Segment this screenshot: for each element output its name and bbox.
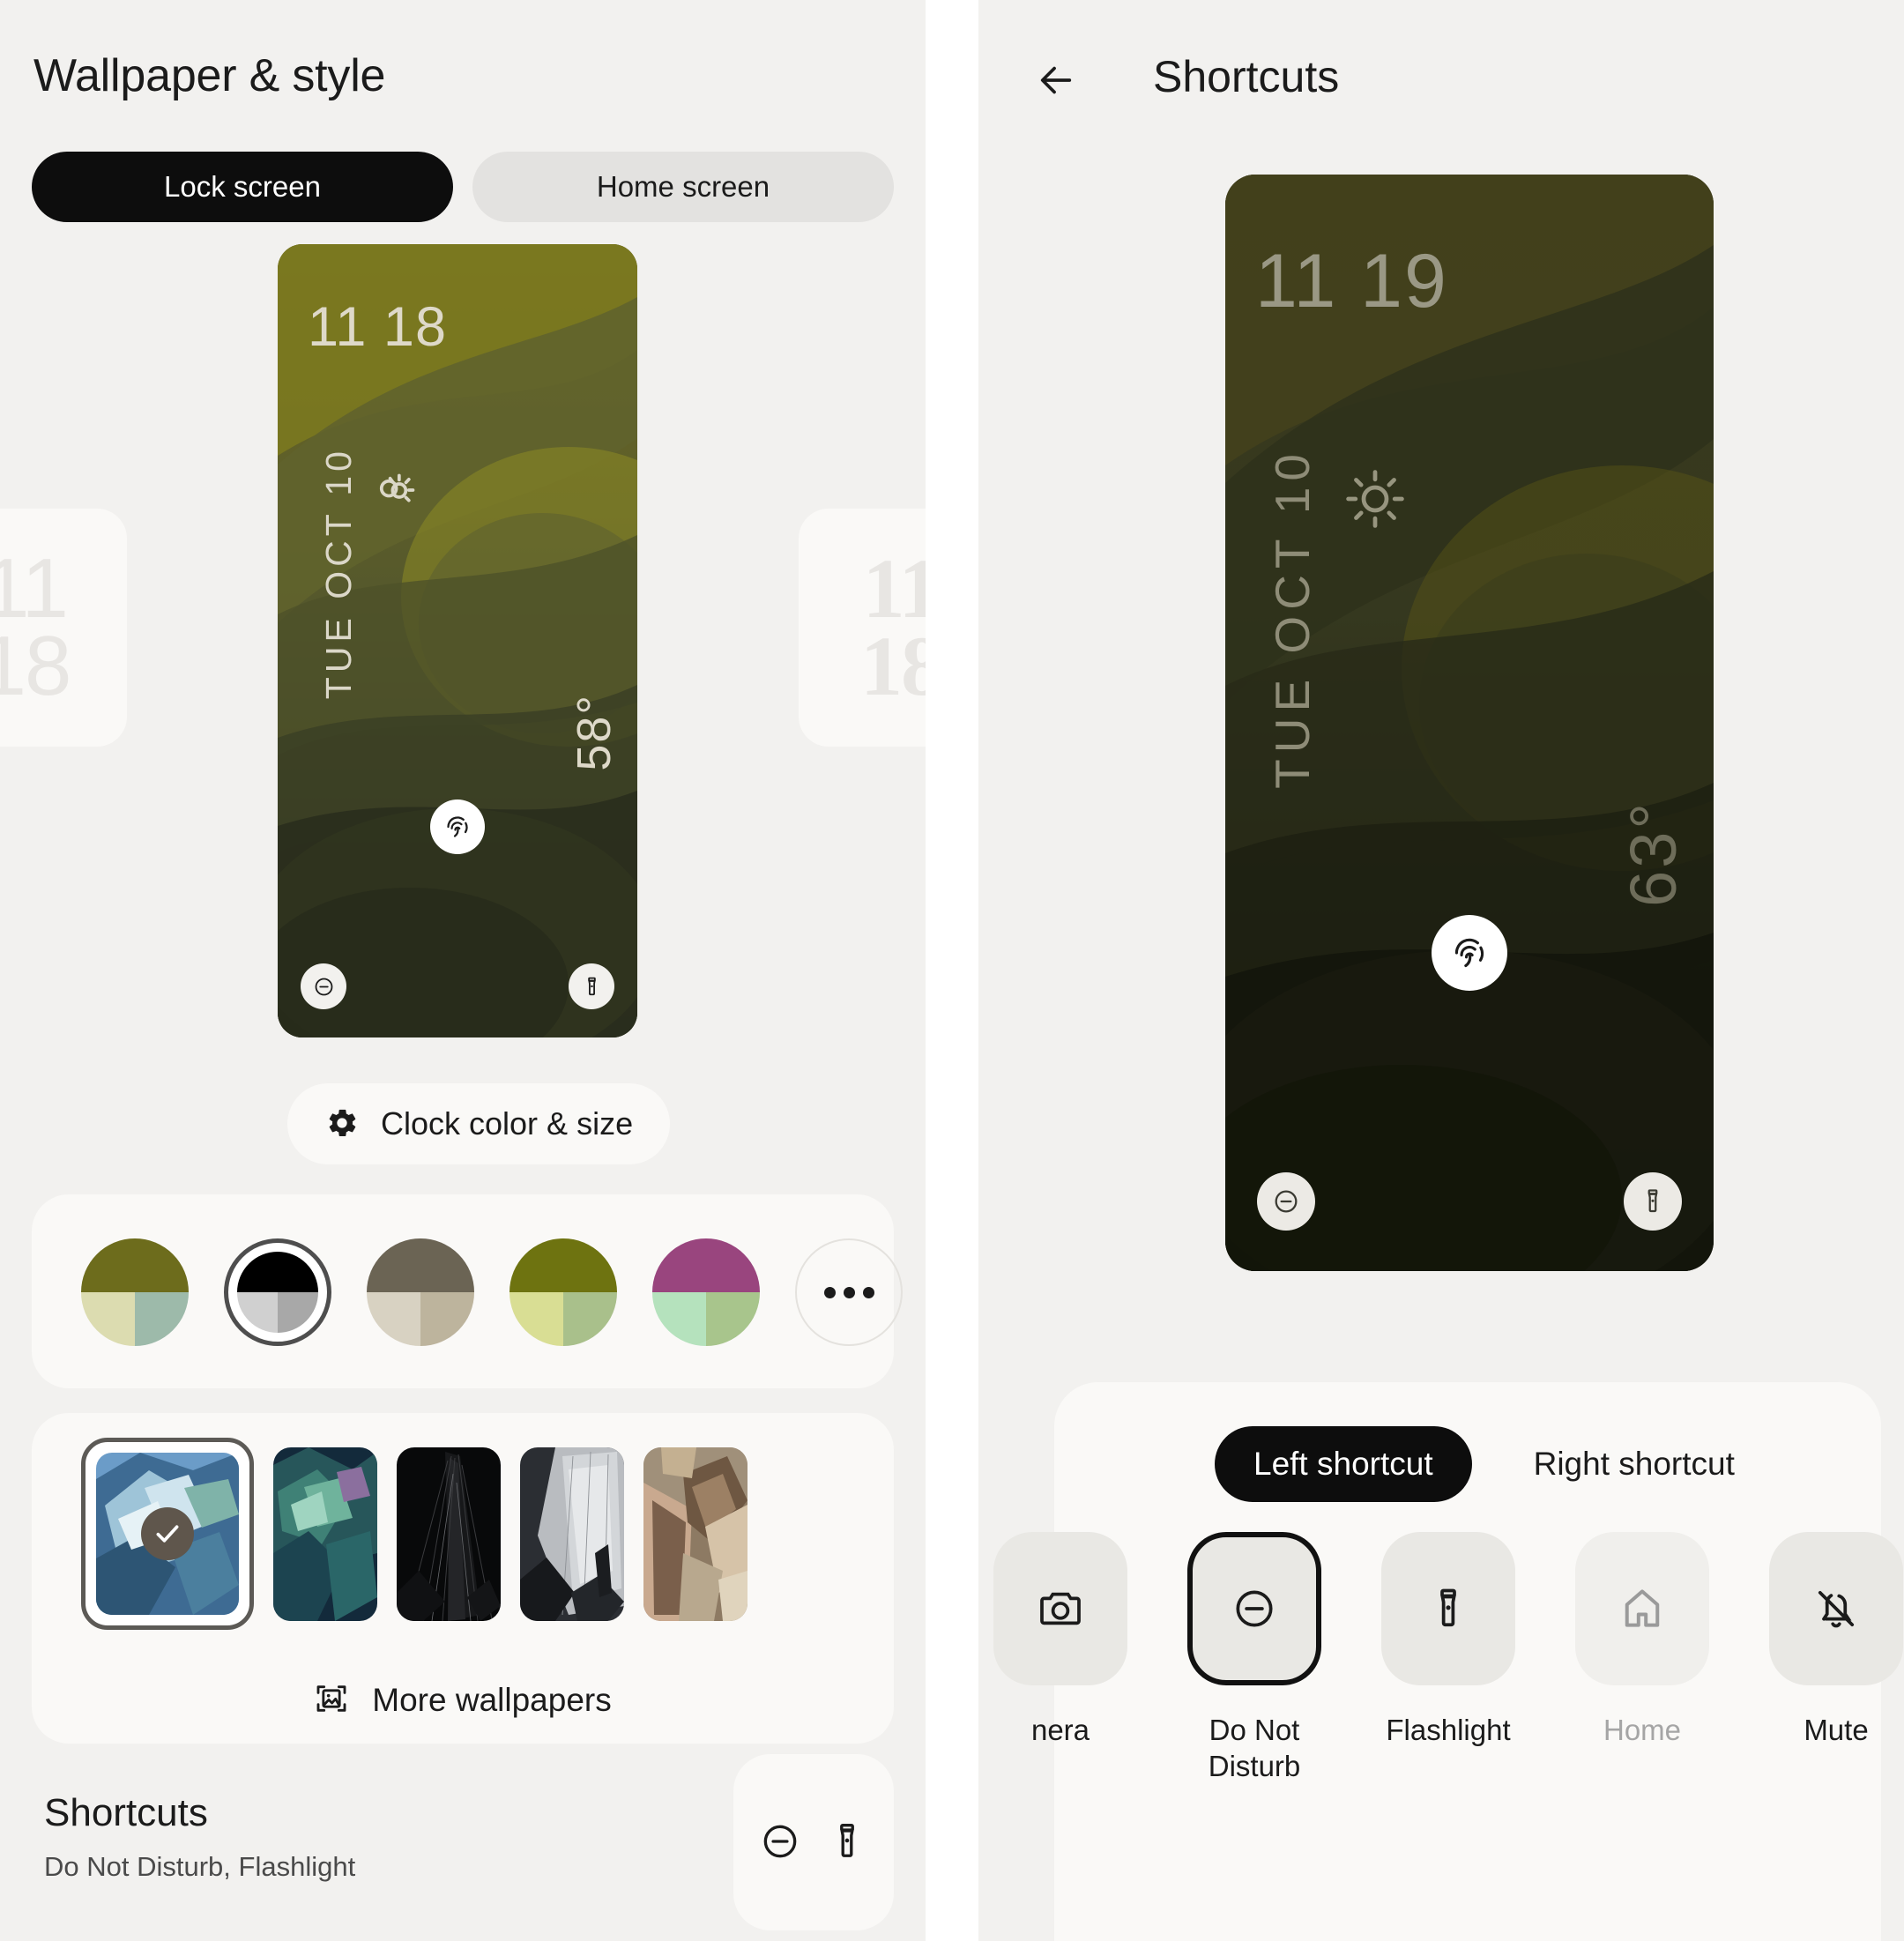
more-wallpapers-button[interactable]: More wallpapers [32, 1681, 894, 1719]
wallpaper-card: More wallpapers [32, 1413, 894, 1744]
do-not-disturb-icon [1275, 1190, 1298, 1213]
lockscreen-preview[interactable]: 11 18 TUE OCT 10 58° [278, 244, 637, 1037]
shortcuts-subtitle: Do Not Disturb, Flashlight [44, 1851, 356, 1882]
shortcuts-screen: Shortcuts 11 19 TUE OCT 10 63° Left shor… [978, 0, 1904, 1941]
fingerprint-icon [430, 799, 485, 854]
wallpaper-thumb-grey-selenite-crystal[interactable] [520, 1446, 624, 1621]
shortcuts-title: Shortcuts [44, 1791, 208, 1834]
wallpaper-thumb-brown-smoky-quartz-crystal[interactable] [643, 1446, 747, 1621]
shortcuts-page-title: Shortcuts [1153, 52, 1340, 101]
color-swatch-warm-grey[interactable] [367, 1238, 474, 1346]
color-swatch-monochrome-selected[interactable] [224, 1238, 331, 1346]
shortcut-option-label: Do Not Disturb [1208, 1714, 1301, 1783]
lockscreen-left-shortcut[interactable] [301, 963, 346, 1009]
shortcut-option-mute[interactable]: Mute [1751, 1532, 1904, 1785]
home-icon [1575, 1532, 1709, 1685]
shortcut-option-home[interactable]: Home [1557, 1532, 1728, 1785]
shortcuts-text: Shortcuts Do Not Disturb, Flashlight [44, 1791, 355, 1883]
clock-style-preview-next[interactable]: 11 18 [799, 509, 926, 747]
color-swatch-plum-mint[interactable] [652, 1238, 760, 1346]
ghost-clock-left: 1118 [0, 540, 71, 713]
wallpaper-thumb-black-tourmaline-crystal[interactable] [397, 1446, 501, 1621]
shortcut-option-label: Flashlight [1386, 1714, 1511, 1746]
camera-icon [993, 1532, 1127, 1685]
do-not-disturb-icon [758, 1819, 802, 1866]
color-swatch-olive-sage[interactable] [81, 1238, 189, 1346]
dual-screenshot: Wallpaper & style Lock screen Home scree… [0, 0, 1904, 1941]
wallpaper-thumb-teal-fluorite-crystal[interactable] [273, 1446, 377, 1621]
wallpaper-style-screen: Wallpaper & style Lock screen Home scree… [0, 0, 926, 1941]
arrow-left-icon [1036, 60, 1076, 103]
lockscreen-clock: 11 18 [308, 296, 447, 358]
image-frame-icon [314, 1681, 349, 1719]
flashlight-icon [587, 977, 596, 995]
lockscreen-right-shortcut[interactable] [569, 963, 614, 1009]
lockscreen-date: TUE OCT 10 [318, 447, 359, 700]
do-not-disturb-icon [1187, 1532, 1321, 1685]
shortcut-option-label: Home [1603, 1714, 1682, 1746]
clock-color-size-label: Clock color & size [381, 1105, 634, 1142]
more-wallpapers-label: More wallpapers [372, 1681, 612, 1718]
shortcut-picker-sheet: Left shortcut Right shortcut nera Do Not… [993, 1382, 1903, 1941]
preview-temperature: 63° [1617, 800, 1690, 907]
shortcuts-section[interactable]: Shortcuts Do Not Disturb, Flashlight [0, 1754, 926, 1939]
shortcut-option-label: Mute [1804, 1714, 1869, 1746]
flashlight-icon [1647, 1189, 1658, 1213]
preview-left-shortcut[interactable] [1257, 1172, 1315, 1231]
preview-clock: 11 19 [1255, 239, 1448, 324]
screen-type-tabs: Lock screen Home screen [32, 152, 894, 222]
partly-cloudy-sun-icon [369, 463, 419, 512]
clock-style-preview-previous[interactable]: 1118 [0, 509, 127, 747]
wallpaper-thumb-blue-fluorite-crystal-selected[interactable] [81, 1438, 254, 1630]
lockscreen-date-wrapper: TUE OCT 10 [318, 447, 360, 699]
sun-icon [1342, 465, 1409, 532]
tab-right-shortcut[interactable]: Right shortcut [1495, 1426, 1774, 1502]
do-not-disturb-icon [315, 978, 332, 995]
bell-off-icon [1769, 1532, 1903, 1685]
flashlight-icon [1381, 1532, 1515, 1685]
panel-divider [926, 0, 978, 1941]
color-swatch-olive-lime[interactable] [509, 1238, 617, 1346]
shortcut-option-flashlight[interactable]: Flashlight [1363, 1532, 1534, 1785]
shortcuts-edit-button[interactable] [733, 1754, 894, 1930]
shortcuts-lockscreen-preview[interactable]: 11 19 TUE OCT 10 63° [1225, 175, 1714, 1271]
lockscreen-preview-carousel: 1118 1118 [0, 240, 926, 1042]
tab-home-screen[interactable]: Home screen [472, 152, 894, 222]
preview-date: TUE OCT 10 [1265, 448, 1320, 789]
shortcut-option-list: nera Do Not Disturb Flashlight Home Mute [978, 1532, 1903, 1785]
tab-left-shortcut[interactable]: Left shortcut [1215, 1426, 1472, 1502]
shortcut-option-camera[interactable]: nera [978, 1532, 1146, 1785]
lockscreen-temperature: 58° [568, 694, 621, 771]
fingerprint-icon [1432, 915, 1507, 991]
clock-color-size-button[interactable]: Clock color & size [287, 1083, 671, 1164]
ghost-clock-right: 11 18 [860, 540, 926, 713]
page-title: Wallpaper & style [33, 50, 386, 101]
color-swatch-row [81, 1238, 903, 1346]
shortcut-option-label: nera [1030, 1714, 1090, 1746]
shortcut-side-tabs: Left shortcut Right shortcut [1215, 1426, 1774, 1502]
shortcut-option-do-not-disturb[interactable]: Do Not Disturb [1169, 1532, 1340, 1785]
wallpaper-thumbnail-row [81, 1438, 747, 1630]
preview-right-shortcut[interactable] [1624, 1172, 1682, 1231]
gear-icon [324, 1105, 360, 1143]
wallpaper-selected-check [141, 1507, 194, 1560]
color-swatch-card [32, 1194, 903, 1388]
flashlight-icon [825, 1819, 869, 1866]
preview-date-wrapper: TUE OCT 10 [1264, 448, 1320, 789]
more-colors-icon[interactable] [795, 1238, 903, 1346]
tab-lock-screen[interactable]: Lock screen [32, 152, 453, 222]
back-button[interactable] [1030, 55, 1082, 108]
